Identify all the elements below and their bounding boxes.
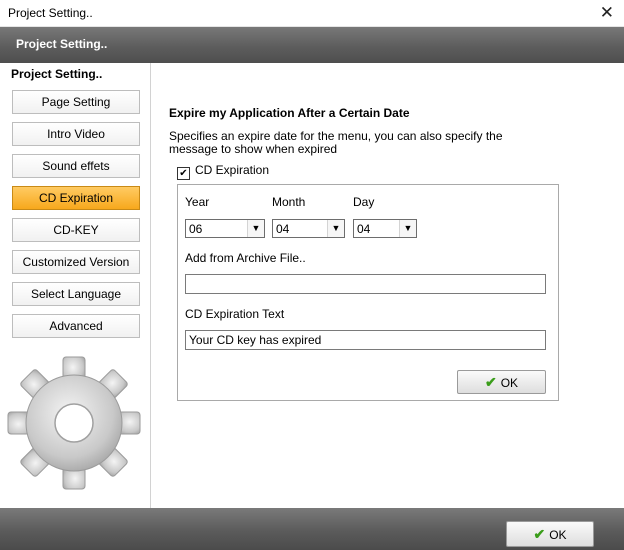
archive-file-label: Add from Archive File..: [185, 251, 306, 265]
sidebar-item-customized-version[interactable]: Customized Version: [12, 250, 140, 274]
sidebar-item-intro-video[interactable]: Intro Video: [12, 122, 140, 146]
sidebar-heading: Project Setting..: [11, 67, 103, 81]
title-bar: Project Setting.. ✕: [0, 0, 624, 27]
sidebar-item-sound-effets[interactable]: Sound effets: [12, 154, 140, 178]
section-title: Expire my Application After a Certain Da…: [169, 106, 410, 120]
group-ok-button[interactable]: ✔ OK: [457, 370, 546, 394]
expiration-text-label: CD Expiration Text: [185, 307, 285, 321]
day-label: Day: [353, 195, 375, 209]
close-icon[interactable]: ✕: [600, 3, 614, 23]
day-value: 04: [357, 222, 371, 236]
year-label: Year: [185, 195, 210, 209]
sidebar-item-advanced[interactable]: Advanced: [12, 314, 140, 338]
header-bar: Project Setting..: [0, 27, 624, 63]
check-icon: ✔: [484, 374, 497, 390]
sidebar: Project Setting.. Page Setting Intro Vid…: [0, 63, 151, 508]
gear-icon: [7, 356, 141, 490]
cd-expiration-checkbox[interactable]: ✔: [177, 167, 190, 180]
year-select[interactable]: 06 ▼: [185, 219, 265, 238]
window-title: Project Setting..: [8, 6, 93, 20]
sidebar-item-cd-expiration[interactable]: CD Expiration: [12, 186, 140, 210]
month-label: Month: [272, 195, 306, 209]
cd-expiration-checkbox-label: CD Expiration: [195, 163, 270, 177]
section-description: Specifies an expire date for the menu, y…: [169, 129, 503, 156]
cd-expiration-checkbox-row[interactable]: ✔ CD Expiration: [177, 163, 269, 180]
sidebar-item-cd-key[interactable]: CD-KEY: [12, 218, 140, 242]
expiration-text-input[interactable]: Your CD key has expired: [185, 330, 546, 350]
check-icon: ✔: [533, 526, 546, 542]
month-value: 04: [276, 222, 290, 236]
month-select[interactable]: 04 ▼: [272, 219, 345, 238]
chevron-down-icon[interactable]: ▼: [247, 220, 264, 237]
footer-ok-label: OK: [549, 528, 567, 542]
group-ok-label: OK: [500, 376, 519, 390]
day-select[interactable]: 04 ▼: [353, 219, 417, 238]
sidebar-item-select-language[interactable]: Select Language: [12, 282, 140, 306]
footer-ok-button[interactable]: ✔ OK: [506, 521, 594, 547]
year-value: 06: [189, 222, 203, 236]
archive-file-input[interactable]: [185, 274, 546, 294]
expiration-group: Year Month Day 06 ▼ 04 ▼ 04 ▼ Add from A…: [177, 184, 559, 401]
chevron-down-icon[interactable]: ▼: [399, 220, 416, 237]
main-panel: Expire my Application After a Certain Da…: [151, 63, 624, 508]
chevron-down-icon[interactable]: ▼: [327, 220, 344, 237]
sidebar-item-page-setting[interactable]: Page Setting: [12, 90, 140, 114]
footer-bar: ✔ OK: [0, 508, 624, 550]
header-title: Project Setting..: [16, 37, 108, 51]
